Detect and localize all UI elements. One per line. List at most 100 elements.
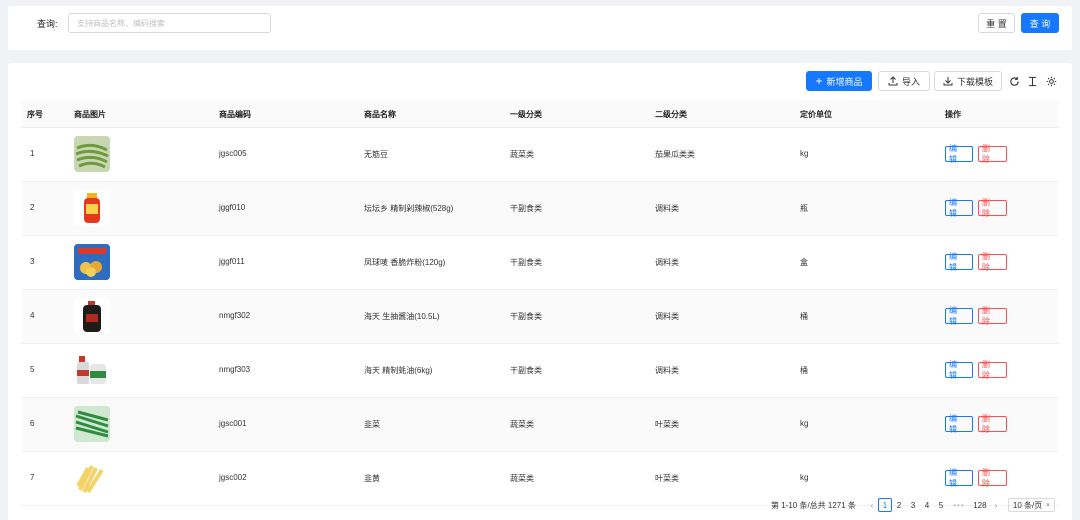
product-image[interactable] xyxy=(74,298,110,334)
product-image[interactable] xyxy=(74,136,110,172)
product-name: 韭黄 xyxy=(364,474,380,483)
product-name: 无筋豆 xyxy=(364,150,388,159)
category-level1: 干副食类 xyxy=(510,366,542,375)
col-header-image: 商品图片 xyxy=(74,110,106,119)
product-name: 海天 精制蚝油(6kg) xyxy=(364,366,433,375)
download-icon xyxy=(943,77,953,86)
add-product-label: 新增商品 xyxy=(826,76,863,87)
category-level2: 叶菜类 xyxy=(655,420,679,429)
delete-button[interactable]: 删 除 xyxy=(978,468,1007,488)
category-level2: 调料类 xyxy=(655,312,679,321)
product-code: jggf010 xyxy=(219,203,246,212)
pricing-unit: 桶 xyxy=(800,366,808,375)
col-header-code: 商品编码 xyxy=(219,110,251,119)
pagination-total: 第 1-10 条/总共 1271 条 xyxy=(771,500,856,510)
plus-icon: + xyxy=(815,74,823,88)
page-size-select[interactable]: 10 条/页 ▾ xyxy=(1007,498,1055,512)
search-label: 查询: xyxy=(37,19,58,29)
query-button[interactable]: 查 询 xyxy=(1021,13,1059,33)
edit-button[interactable]: 编 辑 xyxy=(945,306,973,326)
pagination: 第 1-10 条/总共 1271 条 ‹ 1 2 3 4 5 ••• 128 ›… xyxy=(771,497,1055,513)
edit-button[interactable]: 编 辑 xyxy=(945,360,973,380)
row-index: 4 xyxy=(30,311,35,320)
col-header-category2: 二级分类 xyxy=(655,110,687,119)
category-level1: 干副食类 xyxy=(510,258,542,267)
product-code: jgsc002 xyxy=(219,473,247,482)
pricing-unit: kg xyxy=(800,419,809,428)
delete-button[interactable]: 删 除 xyxy=(978,198,1007,218)
next-page-icon[interactable]: › xyxy=(990,501,1002,510)
page-1[interactable]: 1 xyxy=(877,498,892,512)
prev-page-icon[interactable]: ‹ xyxy=(866,501,878,510)
row-index: 6 xyxy=(30,419,35,428)
product-name: 海天 生抽酱油(10.5L) xyxy=(364,312,440,321)
column-height-icon[interactable] xyxy=(1025,74,1039,88)
product-code: jgsc001 xyxy=(219,419,247,428)
pricing-unit: 桶 xyxy=(800,312,808,321)
table-row: 6 jgsc001 韭菜 蔬菜类 叶菜类 kg 编 辑 删 除 xyxy=(22,398,1058,452)
col-header-index: 序号 xyxy=(27,110,43,119)
pricing-unit: kg xyxy=(800,473,809,482)
product-image[interactable] xyxy=(74,460,110,496)
refresh-icon[interactable] xyxy=(1007,74,1021,88)
delete-button[interactable]: 删 除 xyxy=(978,306,1007,326)
product-image[interactable] xyxy=(74,406,110,442)
category-level2: 茄果瓜类类 xyxy=(655,150,695,159)
reset-button-label: 重 置 xyxy=(986,18,1007,29)
edit-button[interactable]: 编 辑 xyxy=(945,252,973,272)
col-header-category1: 一级分类 xyxy=(510,110,542,119)
page-4[interactable]: 4 xyxy=(920,498,934,512)
product-name: 韭菜 xyxy=(364,420,380,429)
page-ellipsis[interactable]: ••• xyxy=(948,501,970,510)
row-index: 7 xyxy=(30,473,35,482)
row-index: 5 xyxy=(30,365,35,374)
product-name: 凤球唛 香脆炸粉(120g) xyxy=(364,258,446,267)
product-image[interactable] xyxy=(74,352,110,388)
pricing-unit: 瓶 xyxy=(800,204,808,213)
product-image[interactable] xyxy=(74,244,110,280)
upload-icon xyxy=(888,76,898,86)
pricing-unit: 盒 xyxy=(800,258,808,267)
col-header-name: 商品名称 xyxy=(364,110,396,119)
col-header-actions: 操作 xyxy=(945,110,961,119)
chevron-down-icon: ▾ xyxy=(1046,502,1050,509)
table-row: 2 jggf010 坛坛乡 精制剁辣椒(528g) 干副食类 调料类 瓶 编 辑… xyxy=(22,182,1058,236)
import-button[interactable]: 导入 xyxy=(878,71,930,91)
pricing-unit: kg xyxy=(800,149,809,158)
delete-button[interactable]: 删 除 xyxy=(978,360,1007,380)
table-row: 5 nmgf303 海天 精制蚝油(6kg) 干副食类 调料类 桶 编 辑 删 … xyxy=(22,344,1058,398)
table-row: 1 jgsc005 无筋豆 蔬菜类 茄果瓜类类 kg 编 辑 删 除 xyxy=(22,128,1058,182)
reset-button[interactable]: 重 置 xyxy=(978,13,1015,33)
page-5[interactable]: 5 xyxy=(934,498,948,512)
delete-button[interactable]: 删 除 xyxy=(978,252,1007,272)
category-level2: 调料类 xyxy=(655,366,679,375)
category-level2: 调料类 xyxy=(655,204,679,213)
page-last[interactable]: 128 xyxy=(970,498,990,512)
product-code: nmgf302 xyxy=(219,311,251,320)
setting-icon[interactable] xyxy=(1044,74,1058,88)
row-index: 1 xyxy=(30,149,35,158)
add-product-button[interactable]: + 新增商品 xyxy=(806,71,872,91)
query-button-label: 查 询 xyxy=(1029,18,1051,29)
delete-button[interactable]: 删 除 xyxy=(978,414,1007,434)
edit-button[interactable]: 编 辑 xyxy=(945,468,973,488)
search-input[interactable] xyxy=(68,13,271,33)
category-level1: 蔬菜类 xyxy=(510,420,534,429)
edit-button[interactable]: 编 辑 xyxy=(945,414,973,434)
product-code: nmgf303 xyxy=(219,365,251,374)
table-header: 序号 商品图片 商品编码 商品名称 一级分类 二级分类 定价单位 操作 xyxy=(22,100,1058,128)
edit-button[interactable]: 编 辑 xyxy=(945,198,973,218)
page-3[interactable]: 3 xyxy=(906,498,920,512)
table-row: 3 jggf011 凤球唛 香脆炸粉(120g) 干副食类 调料类 盒 编 辑 … xyxy=(22,236,1058,290)
row-index: 2 xyxy=(30,203,35,212)
col-header-unit: 定价单位 xyxy=(800,110,832,119)
download-template-button[interactable]: 下载模板 xyxy=(934,71,1002,91)
row-index: 3 xyxy=(30,257,35,266)
edit-button[interactable]: 编 辑 xyxy=(945,144,973,164)
delete-button[interactable]: 删 除 xyxy=(978,144,1007,164)
product-name: 坛坛乡 精制剁辣椒(528g) xyxy=(364,204,454,213)
table-row: 4 nmgf302 海天 生抽酱油(10.5L) 干副食类 调料类 桶 编 辑 … xyxy=(22,290,1058,344)
product-image[interactable] xyxy=(74,190,110,226)
page-2[interactable]: 2 xyxy=(892,498,906,512)
download-template-label: 下载模板 xyxy=(956,76,993,87)
